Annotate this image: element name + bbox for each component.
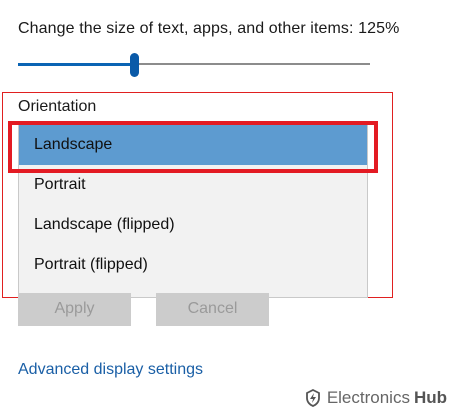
slider-thumb[interactable] — [130, 53, 139, 77]
apply-button[interactable]: Apply — [18, 293, 131, 326]
scale-label: Change the size of text, apps, and other… — [18, 20, 400, 37]
electronics-hub-logo-icon — [305, 388, 321, 407]
orientation-option-landscape[interactable]: Landscape — [19, 125, 367, 165]
electronics-hub-watermark: Electronics Hub — [305, 388, 447, 408]
display-settings-panel: Change the size of text, apps, and other… — [0, 0, 457, 416]
slider-fill — [18, 63, 134, 66]
watermark-word-electronics: Electronics — [326, 388, 410, 407]
watermark-word-hub: Hub — [413, 388, 447, 407]
orientation-dropdown-list[interactable]: Landscape Portrait Landscape (flipped) P… — [18, 124, 368, 298]
orientation-label: Orientation — [18, 98, 97, 115]
cancel-button[interactable]: Cancel — [156, 293, 269, 326]
scale-slider[interactable] — [18, 50, 370, 80]
orientation-option-portrait-flipped[interactable]: Portrait (flipped) — [19, 245, 367, 285]
orientation-option-landscape-flipped[interactable]: Landscape (flipped) — [19, 205, 367, 245]
orientation-option-portrait[interactable]: Portrait — [19, 165, 367, 205]
advanced-display-settings-link[interactable]: Advanced display settings — [18, 361, 203, 379]
